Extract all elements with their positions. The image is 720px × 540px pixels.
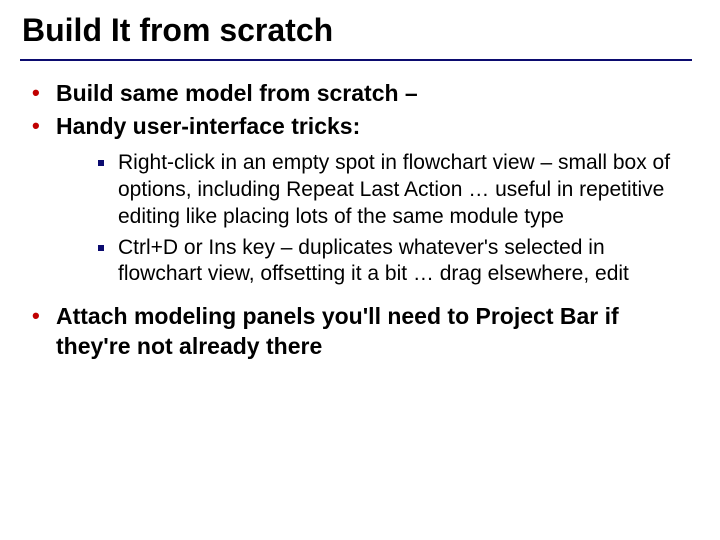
bullet-text: Build same model from scratch – — [56, 80, 418, 106]
bullet-list: Build same model from scratch – Handy us… — [20, 79, 692, 361]
sub-bullet-item: Ctrl+D or Ins key – duplicates whatever'… — [94, 235, 692, 289]
slide-title: Build It from scratch — [22, 12, 692, 49]
slide: Build It from scratch Build same model f… — [0, 0, 720, 540]
bullet-item: Build same model from scratch – — [28, 79, 692, 108]
title-underline — [20, 59, 692, 61]
bullet-item: Handy user-interface tricks: Right-click… — [28, 112, 692, 288]
bullet-item: Attach modeling panels you'll need to Pr… — [28, 302, 692, 361]
sub-bullet-list: Right-click in an empty spot in flowchar… — [56, 150, 692, 288]
bullet-text: Attach modeling panels you'll need to Pr… — [56, 303, 619, 358]
sub-bullet-text: Right-click in an empty spot in flowchar… — [118, 151, 670, 228]
bullet-text: Handy user-interface tricks: — [56, 113, 360, 139]
sub-bullet-text: Ctrl+D or Ins key – duplicates whatever'… — [118, 236, 629, 286]
sub-bullet-item: Right-click in an empty spot in flowchar… — [94, 150, 692, 231]
